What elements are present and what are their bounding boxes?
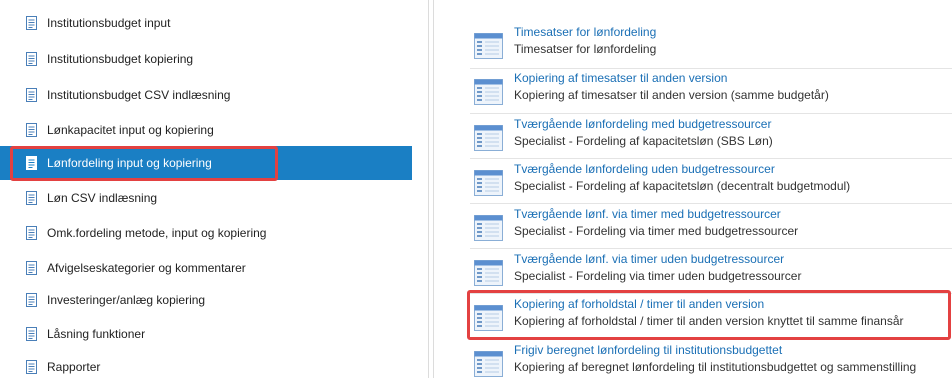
sidebar-item-label: Investeringer/anlæg kopiering bbox=[47, 293, 206, 307]
document-icon bbox=[26, 156, 37, 170]
document-icon bbox=[26, 88, 37, 102]
report-icon bbox=[474, 305, 503, 331]
entry-description: Specialist - Fordeling via timer med bud… bbox=[514, 224, 799, 238]
list-item[interactable]: Timesatser for lønfordeling Timesatser f… bbox=[434, 22, 952, 66]
document-icon bbox=[26, 226, 37, 240]
report-icon bbox=[474, 215, 503, 241]
list-item[interactable]: Kopiering af forholdstal / timer til and… bbox=[434, 294, 952, 338]
entry-title[interactable]: Tværgående lønf. via timer med budgetres… bbox=[514, 207, 781, 221]
sidebar-item-institutionsbudget-input[interactable]: Institutionsbudget input bbox=[0, 6, 412, 40]
report-icon bbox=[474, 125, 503, 151]
entry-description: Kopiering af timesatser til anden versio… bbox=[514, 88, 829, 102]
entry-title[interactable]: Tværgående lønf. via timer uden budgetre… bbox=[514, 252, 784, 266]
report-icon bbox=[474, 79, 503, 105]
sidebar: Institutionsbudget input Institutionsbud… bbox=[0, 0, 412, 378]
sidebar-item-lasning[interactable]: Låsning funktioner bbox=[0, 317, 412, 351]
list-item[interactable]: Tværgående lønf. via timer uden budgetre… bbox=[434, 249, 952, 293]
sidebar-item-lonfordeling[interactable]: Lønfordeling input og kopiering bbox=[0, 146, 412, 180]
document-icon bbox=[26, 16, 37, 30]
document-icon bbox=[26, 293, 37, 307]
sidebar-item-investeringer[interactable]: Investeringer/anlæg kopiering bbox=[0, 283, 412, 317]
report-list: Timesatser for lønfordeling Timesatser f… bbox=[434, 0, 952, 378]
entry-title[interactable]: Frigiv beregnet lønfordeling til institu… bbox=[514, 343, 782, 357]
entry-title[interactable]: Tværgående lønfordeling uden budgetresso… bbox=[514, 162, 775, 176]
sidebar-item-label: Institutionsbudget input bbox=[47, 16, 171, 30]
sidebar-item-lon-csv[interactable]: Løn CSV indlæsning bbox=[0, 181, 412, 215]
document-icon bbox=[26, 327, 37, 341]
document-icon bbox=[26, 52, 37, 66]
sidebar-item-label: Låsning funktioner bbox=[47, 327, 146, 341]
sidebar-item-label: Omk.fordeling metode, input og kopiering bbox=[47, 226, 267, 240]
report-icon bbox=[474, 170, 503, 196]
document-icon bbox=[26, 261, 37, 275]
entry-title[interactable]: Tværgående lønfordeling med budgetressou… bbox=[514, 117, 771, 131]
sidebar-item-institutionsbudget-csv[interactable]: Institutionsbudget CSV indlæsning bbox=[0, 78, 412, 112]
entry-title[interactable]: Kopiering af timesatser til anden versio… bbox=[514, 71, 727, 85]
report-icon bbox=[474, 33, 503, 59]
entry-title[interactable]: Timesatser for lønfordeling bbox=[514, 25, 656, 39]
list-item[interactable]: Tværgående lønfordeling uden budgetresso… bbox=[434, 159, 952, 203]
document-icon bbox=[26, 123, 37, 137]
entry-description: Timesatser for lønfordeling bbox=[514, 42, 657, 56]
sidebar-item-label: Institutionsbudget CSV indlæsning bbox=[47, 88, 231, 102]
sidebar-item-omk-fordeling[interactable]: Omk.fordeling metode, input og kopiering bbox=[0, 216, 412, 250]
entry-description: Specialist - Fordeling af kapacitetsløn … bbox=[514, 179, 851, 193]
list-item[interactable]: Tværgående lønfordeling med budgetressou… bbox=[434, 114, 952, 158]
report-icon bbox=[474, 351, 503, 377]
entry-description: Kopiering af beregnet lønfordeling til i… bbox=[514, 360, 917, 374]
document-icon bbox=[26, 191, 37, 205]
list-item[interactable]: Tværgående lønf. via timer med budgetres… bbox=[434, 204, 952, 248]
sidebar-item-label: Lønkapacitet input og kopiering bbox=[47, 123, 214, 137]
report-icon bbox=[474, 260, 503, 286]
sidebar-item-lonkapacitet[interactable]: Lønkapacitet input og kopiering bbox=[0, 113, 412, 147]
list-item[interactable]: Kopiering af timesatser til anden versio… bbox=[434, 68, 952, 112]
sidebar-item-label: Lønfordeling input og kopiering bbox=[47, 156, 212, 170]
entry-description: Kopiering af forholdstal / timer til and… bbox=[514, 314, 904, 328]
sidebar-item-institutionsbudget-kopiering[interactable]: Institutionsbudget kopiering bbox=[0, 42, 412, 76]
document-icon bbox=[26, 360, 37, 374]
panel-divider bbox=[428, 0, 429, 378]
sidebar-item-label: Løn CSV indlæsning bbox=[47, 191, 158, 205]
entry-description: Specialist - Fordeling af kapacitetsløn … bbox=[514, 134, 773, 148]
entry-description: Specialist - Fordeling via timer uden bu… bbox=[514, 269, 802, 283]
sidebar-item-label: Rapporter bbox=[47, 360, 101, 374]
list-item[interactable]: Frigiv beregnet lønfordeling til institu… bbox=[434, 340, 952, 378]
sidebar-item-label: Institutionsbudget kopiering bbox=[47, 52, 194, 66]
sidebar-item-rapporter[interactable]: Rapporter bbox=[0, 350, 412, 378]
sidebar-item-label: Afvigelseskategorier og kommentarer bbox=[47, 261, 246, 275]
sidebar-item-afvigelseskategorier[interactable]: Afvigelseskategorier og kommentarer bbox=[0, 251, 412, 285]
entry-title[interactable]: Kopiering af forholdstal / timer til and… bbox=[514, 297, 764, 311]
